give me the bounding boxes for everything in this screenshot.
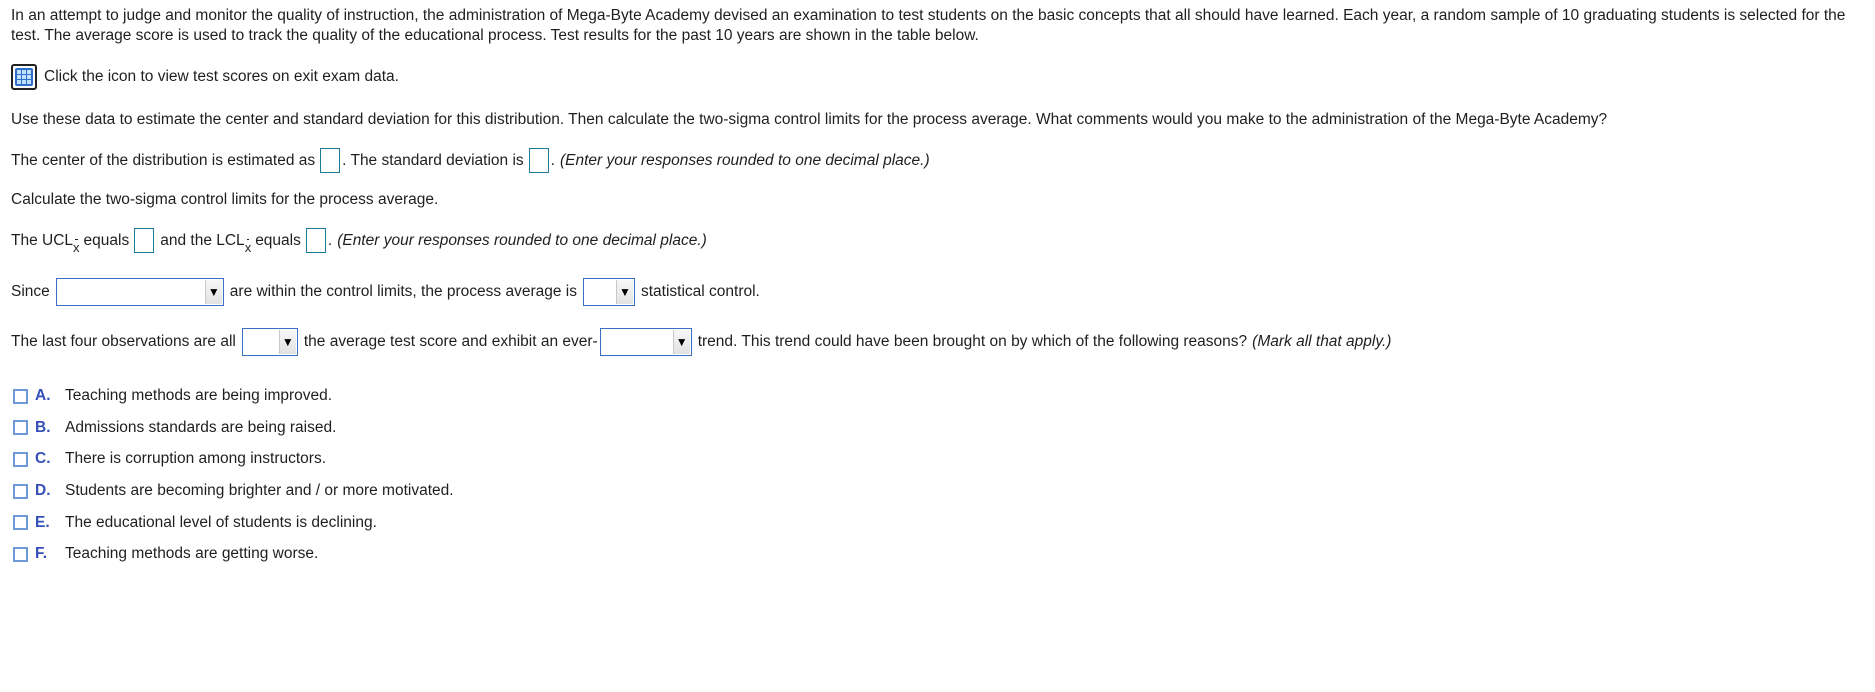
checkbox[interactable] bbox=[13, 451, 28, 467]
problem-intro: In an attempt to judge and monitor the q… bbox=[11, 7, 1846, 44]
checkbox[interactable] bbox=[13, 546, 28, 562]
choice-text: There is corruption among instructors. bbox=[65, 450, 327, 468]
center-text-3: . bbox=[550, 151, 555, 169]
since-text-2: are within the control limits, the proce… bbox=[229, 283, 577, 300]
limits-heading: Calculate the two-sigma control limits f… bbox=[11, 191, 439, 208]
choice-text: Teaching methods are getting worse. bbox=[65, 545, 319, 563]
checkbox[interactable] bbox=[13, 515, 28, 531]
trend-text-3: trend. This trend could have been brough… bbox=[697, 333, 1248, 350]
choice-letter: F. bbox=[35, 545, 48, 563]
trend-direction-dropdown[interactable]: ▼ bbox=[599, 328, 692, 356]
limits-text-end: . bbox=[327, 231, 333, 249]
choice-text: Students are becoming brighter and / or … bbox=[65, 482, 454, 500]
trend-text-1: The last four observations are all bbox=[11, 333, 236, 350]
control-limits-question: The UCL x equals and the LCL x equals . … bbox=[11, 228, 707, 255]
choice-text: Teaching methods are being improved. bbox=[65, 387, 333, 404]
rounding-hint: (Enter your responses rounded to one dec… bbox=[559, 151, 930, 169]
center-estimate-input[interactable] bbox=[320, 148, 341, 173]
choice-b[interactable]: B. Admissions standards are being raised… bbox=[13, 418, 454, 438]
lcl-equals-text: equals bbox=[255, 231, 301, 249]
chevron-down-icon: ▼ bbox=[278, 330, 296, 354]
since-text: Since bbox=[11, 283, 50, 300]
data-link-label: Click the icon to view test scores on ex… bbox=[44, 68, 399, 85]
table-grid-icon[interactable] bbox=[11, 64, 37, 90]
data-link-row: Click the icon to view test scores on ex… bbox=[11, 64, 399, 90]
trend-text-2: the average test score and exhibit an ev… bbox=[303, 333, 598, 350]
ucl-text: The UCL bbox=[11, 231, 74, 249]
reasons-choice-list: A. Teaching methods are being improved. … bbox=[13, 386, 454, 576]
checkbox[interactable] bbox=[13, 483, 28, 499]
lcl-text: and the LCL bbox=[160, 231, 245, 249]
choice-f[interactable]: F. Teaching methods are getting worse. bbox=[13, 544, 454, 564]
choice-a[interactable]: A. Teaching methods are being improved. bbox=[13, 386, 454, 406]
choice-text: The educational level of students is dec… bbox=[65, 513, 377, 531]
choice-text: Admissions standards are being raised. bbox=[65, 418, 337, 436]
choice-e[interactable]: E. The educational level of students is … bbox=[13, 513, 454, 533]
checkbox[interactable] bbox=[13, 420, 28, 436]
x-bar-subscript: x bbox=[244, 238, 252, 255]
instructions: Use these data to estimate the center an… bbox=[11, 111, 1608, 128]
trend-question: The last four observations are all ▼ the… bbox=[11, 328, 1391, 356]
ucl-equals-text: equals bbox=[83, 231, 130, 249]
control-status-dropdown[interactable]: ▼ bbox=[582, 278, 635, 306]
x-bar-subscript: x bbox=[73, 238, 80, 255]
std-dev-input[interactable] bbox=[528, 148, 549, 173]
chevron-down-icon: ▼ bbox=[204, 280, 222, 304]
checkbox[interactable] bbox=[13, 388, 28, 404]
choice-c[interactable]: C. There is corruption among instructors… bbox=[13, 449, 454, 469]
chevron-down-icon: ▼ bbox=[615, 280, 633, 304]
choice-letter: C. bbox=[35, 450, 51, 468]
since-text-3: statistical control. bbox=[640, 283, 760, 300]
mark-all-hint: (Mark all that apply.) bbox=[1252, 333, 1392, 350]
chevron-down-icon: ▼ bbox=[672, 330, 690, 354]
ucl-input[interactable] bbox=[134, 228, 155, 253]
choice-letter: E. bbox=[35, 513, 50, 531]
choice-letter: A. bbox=[35, 387, 51, 404]
choice-letter: B. bbox=[35, 418, 51, 436]
choice-letter: D. bbox=[35, 482, 51, 500]
statistical-control-question: Since ▼ are within the control limits, t… bbox=[11, 278, 760, 306]
center-line-question: The center of the distribution is estima… bbox=[11, 148, 930, 173]
observations-dropdown[interactable]: ▼ bbox=[55, 278, 224, 306]
lcl-input[interactable] bbox=[305, 228, 326, 253]
above-below-dropdown[interactable]: ▼ bbox=[241, 328, 298, 356]
center-text-1: The center of the distribution is estima… bbox=[11, 151, 316, 169]
choice-d[interactable]: D. Students are becoming brighter and / … bbox=[13, 481, 454, 501]
center-text-2: . The standard deviation is bbox=[342, 151, 524, 169]
rounding-hint: (Enter your responses rounded to one dec… bbox=[337, 231, 707, 249]
